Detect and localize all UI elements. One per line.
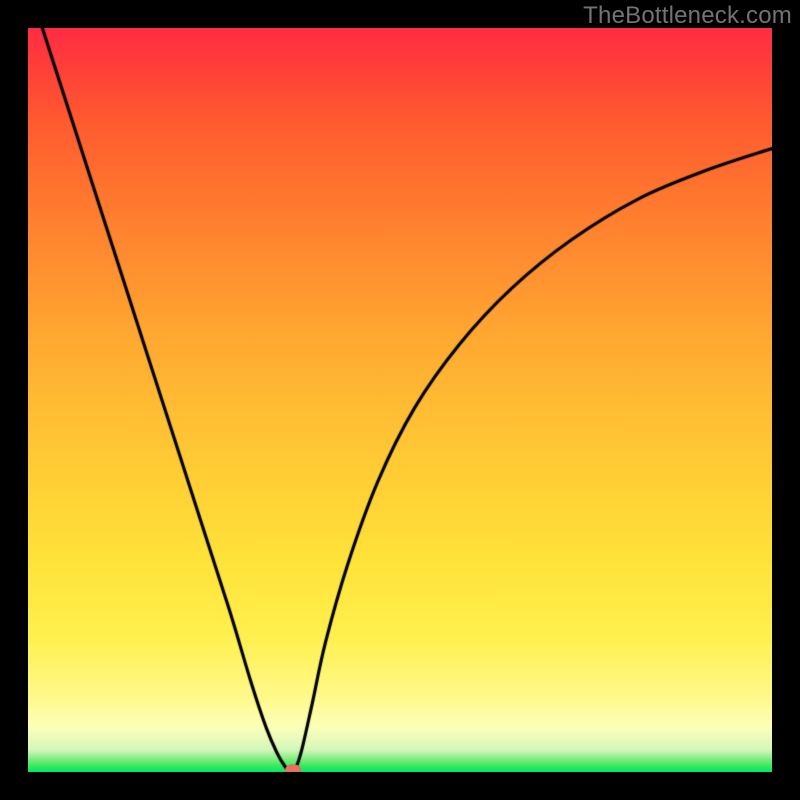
marker-dot — [285, 764, 301, 772]
plot-area — [28, 28, 772, 772]
bottleneck-curve-canvas — [28, 28, 772, 772]
chart-frame: TheBottleneck.com — [0, 0, 800, 800]
watermark-text: TheBottleneck.com — [583, 2, 792, 30]
